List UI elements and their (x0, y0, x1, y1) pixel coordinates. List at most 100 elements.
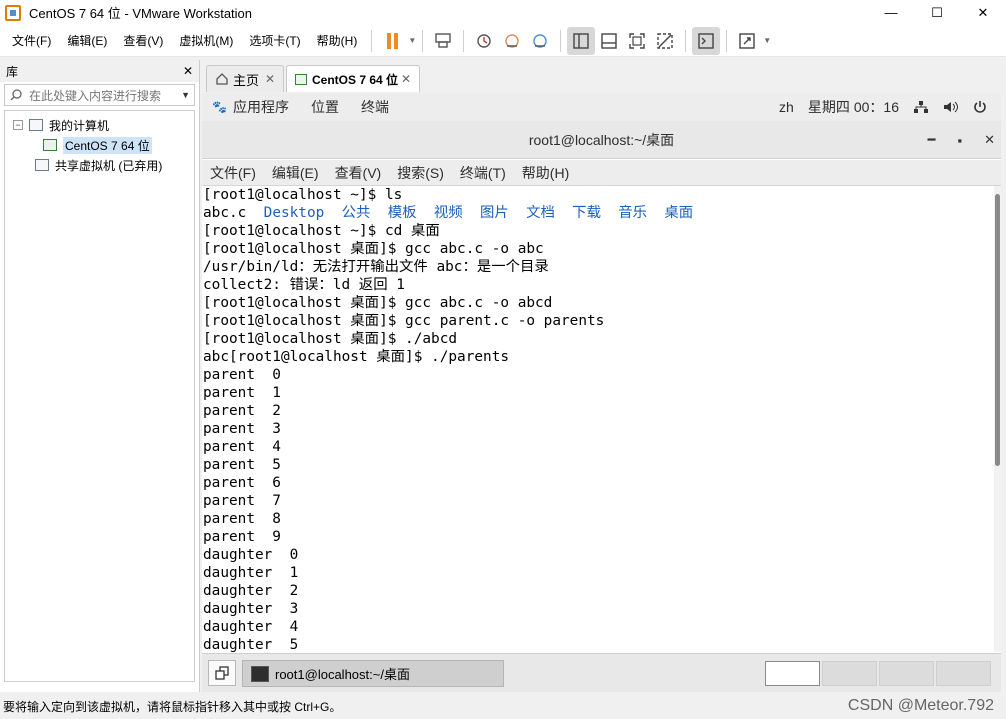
computer-icon (29, 119, 43, 131)
ls-directories: Desktop 公共 模板 视频 图片 文档 下载 音乐 桌面 (246, 205, 694, 221)
menu-vm[interactable]: 虚拟机(M) (171, 25, 241, 57)
terminal-menu-file[interactable]: 文件(F) (210, 163, 256, 183)
tab-vm[interactable]: CentOS 7 64 位 ✕ (286, 65, 420, 92)
terminal-menu-search[interactable]: 搜索(S) (397, 163, 444, 183)
gnome-applications-menu[interactable]: 应用程序 (233, 97, 289, 117)
revert-icon (505, 33, 519, 48)
show-desktop-icon (215, 666, 229, 680)
menu-file[interactable]: 文件(F) (0, 25, 59, 57)
stretch-dropdown-icon[interactable]: ▼ (763, 36, 771, 45)
workspace-4[interactable] (936, 661, 991, 686)
tree-label: 共享虚拟机 (已弃用) (55, 158, 163, 173)
terminal-line: [root1@localhost 桌面]$ ./abcd (203, 331, 458, 347)
menu-edit[interactable]: 编辑(E) (59, 25, 115, 57)
guest-display[interactable]: 🐾 应用程序 位置 终端 zh 星期四 00：16 root1@localhos… (202, 93, 1001, 692)
show-desktop-button[interactable] (208, 660, 236, 686)
tab-home[interactable]: 主页 ✕ (206, 65, 284, 92)
tree-item-shared-vms[interactable]: 共享虚拟机 (已弃用) (5, 155, 194, 175)
toolbar-separator (371, 29, 373, 52)
terminal-line: [root1@localhost 桌面]$ gcc abc.c -o abcd (203, 295, 553, 311)
terminal-menubar: 文件(F) 编辑(E) 查看(V) 搜索(S) 终端(T) 帮助(H) (202, 160, 1001, 186)
scrollbar-thumb[interactable] (995, 194, 1000, 466)
pause-button[interactable] (378, 27, 406, 55)
terminal-line: parent 8 (203, 511, 281, 527)
sidebar-layout-icon (573, 32, 589, 49)
tab-close-icon[interactable]: ✕ (401, 72, 411, 86)
terminal-line: daughter 3 (203, 601, 299, 617)
terminal-line: [root1@localhost 桌面]$ gcc parent.c -o pa… (203, 313, 605, 329)
terminal-line: daughter 4 (203, 619, 299, 635)
terminal-line: daughter 0 (203, 547, 299, 563)
terminal-line: parent 9 (203, 529, 281, 545)
library-title: 库 (6, 64, 19, 79)
pause-dropdown-icon[interactable]: ▼ (408, 36, 416, 45)
input-language[interactable]: zh (779, 99, 794, 115)
bottom-panel-icon (601, 32, 617, 49)
menu-help[interactable]: 帮助(H) (309, 25, 366, 57)
collapse-icon[interactable]: − (13, 120, 23, 130)
gnome-terminal-menu[interactable]: 终端 (361, 97, 389, 117)
terminal-line: parent 5 (203, 457, 281, 473)
close-button[interactable]: ✕ (960, 0, 1006, 25)
taskbar-terminal-item[interactable]: root1@localhost:~/桌面 (242, 660, 504, 687)
workspace-1[interactable] (765, 661, 820, 686)
vmware-titlebar: CentOS 7 64 位 - VMware Workstation — ☐ ✕ (0, 0, 1006, 25)
minimize-button[interactable]: — (868, 0, 914, 25)
workspace-3[interactable] (879, 661, 934, 686)
menu-tabs[interactable]: 选项卡(T) (241, 25, 308, 57)
tree-item-my-computer[interactable]: − 我的计算机 (5, 115, 194, 135)
toolbar-separator (685, 29, 687, 52)
terminal-line: parent 1 (203, 385, 281, 401)
thumbnail-bar-button[interactable] (595, 27, 623, 55)
gnome-status-area: zh 星期四 00：16 (779, 93, 987, 121)
send-ctrl-alt-del-button[interactable] (429, 27, 457, 55)
menu-view[interactable]: 查看(V) (115, 25, 171, 57)
stretch-button[interactable] (733, 27, 761, 55)
terminal-menu-help[interactable]: 帮助(H) (522, 163, 569, 183)
search-placeholder: 在此处键入内容进行搜索 (29, 88, 162, 103)
tab-close-icon[interactable]: ✕ (265, 72, 275, 86)
terminal-title: root1@localhost:~/桌面 (528, 131, 675, 148)
snapshot-manager-icon (533, 33, 547, 48)
toolbar-separator (726, 29, 728, 52)
library-close-icon[interactable]: ✕ (183, 64, 193, 78)
library-tree: − 我的计算机 CentOS 7 64 位 共享虚拟机 (已弃用) (4, 110, 195, 682)
search-icon (10, 89, 22, 101)
unity-button[interactable] (651, 27, 679, 55)
power-icon[interactable] (973, 100, 987, 114)
clock-time[interactable]: 00：16 (854, 97, 899, 117)
console-view-button[interactable] (692, 26, 721, 55)
terminal-menu-edit[interactable]: 编辑(E) (272, 163, 319, 183)
terminal-output[interactable]: [root1@localhost ~]$ ls abc.c Desktop 公共 … (202, 186, 994, 652)
terminal-line: parent 6 (203, 475, 281, 491)
library-search-input[interactable]: 在此处键入内容进行搜索 ▼ (4, 84, 195, 106)
gnome-places-menu[interactable]: 位置 (311, 97, 339, 117)
library-view-button[interactable] (567, 26, 596, 55)
network-icon[interactable] (913, 100, 929, 114)
tree-item-centos-vm[interactable]: CentOS 7 64 位 (5, 135, 194, 155)
fullscreen-button[interactable] (623, 27, 651, 55)
tab-strip: 主页 ✕ CentOS 7 64 位 ✕ (202, 60, 1006, 93)
revert-snapshot-button[interactable] (498, 27, 526, 55)
snapshot-manager-button[interactable] (526, 27, 554, 55)
snapshot-button[interactable] (470, 27, 498, 55)
workspace-2[interactable] (822, 661, 877, 686)
maximize-button[interactable]: ☐ (914, 0, 960, 25)
terminal-menu-terminal[interactable]: 终端(T) (460, 163, 506, 183)
terminal-line: [root1@localhost ~]$ cd 桌面 (203, 223, 440, 239)
taskbar-task-label: root1@localhost:~/桌面 (275, 667, 410, 682)
terminal-menu-view[interactable]: 查看(V) (335, 163, 382, 183)
terminal-line: collect2: 错误：ld 返回 1 (203, 277, 405, 293)
vm-tab-icon (295, 73, 307, 85)
terminal-scrollbar[interactable] (994, 186, 1001, 652)
terminal-line: parent 7 (203, 493, 281, 509)
tab-home-label: 主页 (233, 72, 260, 88)
terminal-minimize-button[interactable]: ━ (928, 132, 936, 148)
terminal-line: [root1@localhost 桌面]$ gcc abc.c -o abc (203, 241, 544, 257)
terminal-maximize-button[interactable]: ▪ (957, 133, 962, 148)
clock-day[interactable]: 星期四 (808, 97, 850, 117)
volume-icon[interactable] (943, 100, 959, 114)
search-dropdown-icon[interactable]: ▼ (181, 90, 190, 100)
terminal-close-button[interactable]: ✕ (984, 132, 995, 148)
console-icon (698, 32, 714, 49)
